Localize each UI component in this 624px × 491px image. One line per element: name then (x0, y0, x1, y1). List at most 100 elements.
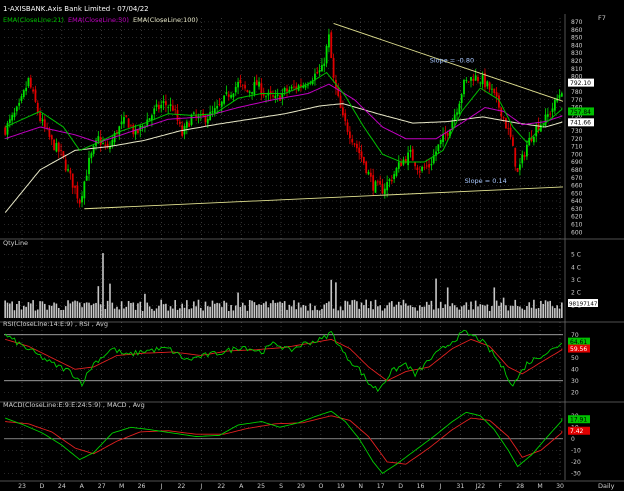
candle-body (507, 128, 510, 129)
volume-bar (274, 302, 277, 318)
volume-bar (484, 305, 486, 318)
volume-bar (318, 310, 321, 318)
candle-body (283, 87, 286, 92)
candle-body (60, 149, 62, 151)
legend-ema21[interactable]: EMA(CloseLine:21) (3, 16, 64, 24)
volume-bar (95, 302, 97, 318)
price-tick-label: 660 (571, 183, 583, 190)
candle-body (167, 107, 170, 108)
rsi-tick-label: 30 (571, 378, 579, 385)
candle-body (123, 117, 125, 124)
volume-bar (78, 302, 81, 318)
candle-body (92, 146, 95, 154)
x-tick-label: A (80, 483, 85, 490)
volume-bar (11, 301, 13, 318)
volume-bar (444, 304, 447, 318)
volume-bar (446, 287, 449, 318)
candle-body (15, 106, 18, 112)
volume-bar (528, 302, 531, 318)
candle-body (479, 82, 482, 84)
volume-bar (451, 303, 454, 318)
candle-body (97, 136, 100, 142)
candle-body (234, 86, 237, 93)
candle-body (460, 94, 463, 103)
price-tick-label: 720 (571, 136, 583, 143)
volume-bar (137, 303, 139, 318)
candle-body (328, 34, 330, 48)
volume-bar (465, 302, 468, 318)
volume-bar (216, 302, 218, 318)
volume-bar (43, 303, 46, 318)
volume-bar (386, 305, 388, 318)
volume-bar (295, 309, 298, 318)
candle-body (57, 142, 60, 152)
volume-bar (186, 300, 188, 318)
volume-bar (41, 301, 44, 318)
candle-body (78, 199, 81, 204)
volume-bar (183, 307, 186, 318)
candle-body (367, 171, 370, 175)
candle-body (397, 162, 400, 169)
candle-body (192, 112, 195, 114)
x-tick-label: D (398, 483, 403, 490)
volume-bar (172, 308, 174, 318)
x-tick-label: 23 (18, 483, 26, 490)
candle-body (411, 149, 414, 161)
volume-bar (60, 310, 62, 318)
volume-bar (195, 306, 197, 318)
legend-ema50[interactable]: EMA(CloseLine:50) (68, 16, 129, 24)
x-tick-label: 25 (257, 483, 265, 490)
volume-bar (179, 308, 181, 318)
volume-bar (304, 305, 307, 318)
volume-bar (549, 300, 551, 318)
price-tick-label: 700 (571, 151, 583, 158)
volume-bar (505, 305, 507, 318)
rsi-tick-label: 20 (571, 389, 579, 396)
volume-bar (544, 300, 547, 318)
candle-body (162, 101, 165, 104)
candle-body (85, 175, 88, 181)
volume-bar (330, 279, 333, 318)
volume-bar (423, 306, 426, 318)
candle-body (558, 95, 561, 98)
candle-body (53, 139, 55, 151)
volume-bar (435, 278, 437, 318)
candle-body (477, 76, 479, 82)
candle-body (160, 104, 163, 109)
candle-body (488, 82, 491, 90)
candle-body (164, 101, 167, 106)
volume-bar (50, 305, 53, 318)
macd-line (5, 410, 563, 475)
volume-bar (283, 301, 286, 318)
candle-body (523, 155, 526, 157)
trendline (84, 186, 564, 210)
candle-body (293, 86, 295, 88)
macd-panel (5, 410, 563, 475)
volume-bar (556, 305, 558, 318)
volume-bar (337, 310, 340, 318)
volume-bar (379, 305, 381, 318)
macd-signal-line (5, 415, 563, 465)
price-tick-label: 670 (571, 175, 583, 182)
volume-bar (297, 302, 300, 318)
volume-bar (83, 303, 86, 318)
candle-body (29, 77, 32, 88)
volume-bar (106, 300, 109, 318)
chart-window: Slope = -0.80 Slope = 0.14 23 D 24 A 27 M 26 J 22… (0, 0, 624, 491)
volume-bar (414, 307, 416, 318)
volume-bar (411, 307, 414, 318)
chart-canvas: Slope = -0.80Slope = 0.14 23 D 24 A 27 M 26 J 22… (0, 5, 624, 490)
volume-bar (62, 309, 65, 318)
x-tick-label: 22 (177, 483, 185, 490)
volume-bar (428, 304, 430, 318)
volume-bar (554, 308, 556, 318)
volume-bar (218, 303, 221, 318)
candle-body (118, 126, 121, 135)
legend-ema100[interactable]: EMA(CloseLine:100) (133, 16, 198, 24)
volume-bar (109, 283, 111, 318)
volume-bar (272, 300, 274, 318)
volume-bar (421, 306, 423, 318)
candle-body (102, 143, 104, 144)
volume-bar (395, 304, 398, 318)
candle-body (27, 77, 30, 87)
